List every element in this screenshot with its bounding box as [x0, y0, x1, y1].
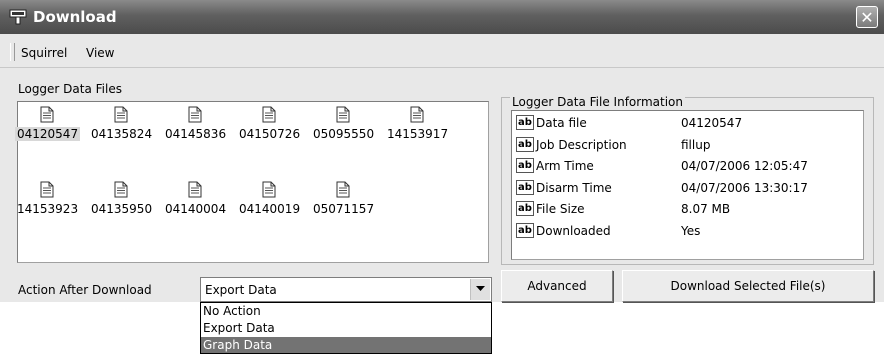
menu-squirrel[interactable]: Squirrel [21, 46, 67, 60]
document-icon [336, 181, 350, 198]
menu-grip[interactable] [10, 43, 15, 61]
file-item[interactable]: 04120547 [15, 106, 81, 141]
file-name: 14153917 [387, 127, 449, 141]
text-field-icon: ab [516, 222, 534, 238]
menu-view[interactable]: View [86, 46, 114, 60]
info-property: Downloaded [536, 223, 611, 238]
info-property: Disarm Time [536, 180, 612, 195]
file-name: 04135824 [91, 127, 153, 141]
document-icon [410, 106, 424, 123]
file-name: 14153923 [17, 202, 79, 216]
info-value: Yes [681, 223, 701, 238]
file-name: 04140019 [239, 202, 301, 216]
info-row[interactable]: ab Disarm Time 04/07/2006 13:30:17 [516, 179, 856, 197]
file-name: 04120547 [15, 127, 81, 141]
info-row[interactable]: ab Job Description fillup [516, 136, 856, 154]
logger-files-list[interactable]: 04120547 04135824 04145836 04150726 05095550… [15, 101, 489, 263]
text-field-icon: ab [516, 179, 534, 195]
file-name: 05095550 [313, 127, 375, 141]
document-icon [40, 181, 54, 198]
file-item[interactable]: 04140004 [163, 181, 227, 216]
action-select-value: Export Data [205, 283, 277, 297]
info-row[interactable]: ab Data file 04120547 [516, 114, 856, 132]
option-graph-data[interactable]: Graph Data [201, 337, 491, 353]
text-field-icon: ab [516, 136, 534, 152]
document-icon [114, 106, 128, 123]
action-dropdown-button[interactable] [470, 279, 490, 300]
document-icon [188, 106, 202, 123]
file-name: 04145836 [165, 127, 227, 141]
info-property: Data file [536, 116, 587, 130]
file-item[interactable]: 04135824 [89, 106, 153, 141]
info-property: File Size [536, 202, 585, 216]
close-button[interactable]: ✕ [856, 6, 878, 28]
file-item[interactable]: 04145836 [163, 106, 227, 141]
download-window: Download ✕ Squirrel View Logger Data Fil… [0, 0, 884, 302]
file-info-list[interactable]: ab Data file 04120547 ab Job Description fill… [511, 110, 864, 260]
document-icon [114, 181, 128, 198]
window-title: Download [33, 8, 117, 26]
file-item[interactable]: 05071157 [311, 181, 375, 216]
text-field-icon: ab [516, 158, 534, 173]
action-dropdown-list: No Action Export Data Graph Data [200, 302, 492, 354]
file-name: 05071157 [313, 202, 375, 216]
info-value: 04120547 [681, 116, 743, 130]
option-no-action[interactable]: No Action [201, 303, 491, 319]
file-name: 04135950 [91, 202, 153, 216]
chevron-down-icon [476, 286, 485, 291]
info-value: 04/07/2006 13:30:17 [681, 180, 808, 195]
document-icon [188, 181, 202, 198]
document-icon [262, 106, 276, 123]
info-value: 04/07/2006 12:05:47 [681, 159, 808, 173]
advanced-button[interactable]: Advanced [501, 270, 613, 302]
info-row[interactable]: ab File Size 8.07 MB [516, 200, 856, 218]
info-row[interactable]: ab Arm Time 04/07/2006 12:05:47 [516, 157, 856, 175]
file-name: 04150726 [239, 127, 301, 141]
file-item[interactable]: 05095550 [311, 106, 375, 141]
file-name: 04140004 [165, 202, 227, 216]
file-item[interactable]: 14153923 [15, 181, 79, 216]
document-icon [40, 106, 54, 123]
download-selected-button[interactable]: Download Selected File(s) [622, 270, 874, 302]
menu-bar: Squirrel View [0, 37, 884, 68]
action-select[interactable]: Export Data [200, 277, 492, 302]
title-bar[interactable]: Download ✕ [0, 0, 884, 34]
download-app-icon [9, 9, 27, 25]
info-value: fillup [681, 137, 711, 152]
info-value: 8.07 MB [681, 202, 731, 216]
info-row[interactable]: ab Downloaded Yes [516, 222, 856, 240]
file-item[interactable]: 04150726 [237, 106, 301, 141]
info-property: Job Description [536, 137, 627, 152]
document-icon [262, 181, 276, 198]
text-field-icon: ab [516, 201, 534, 216]
close-icon: ✕ [860, 8, 874, 27]
action-after-download-label: Action After Download [18, 283, 152, 297]
file-item[interactable]: 04140019 [237, 181, 301, 216]
option-export-data[interactable]: Export Data [201, 320, 491, 336]
file-info-label: Logger Data File Information [510, 95, 686, 109]
file-item[interactable]: 04135950 [89, 181, 153, 216]
logger-data-files-label: Logger Data Files [18, 82, 122, 96]
text-field-icon: ab [516, 115, 534, 130]
file-item[interactable]: 14153917 [385, 106, 449, 141]
document-icon [336, 106, 350, 123]
info-property: Arm Time [536, 159, 594, 173]
